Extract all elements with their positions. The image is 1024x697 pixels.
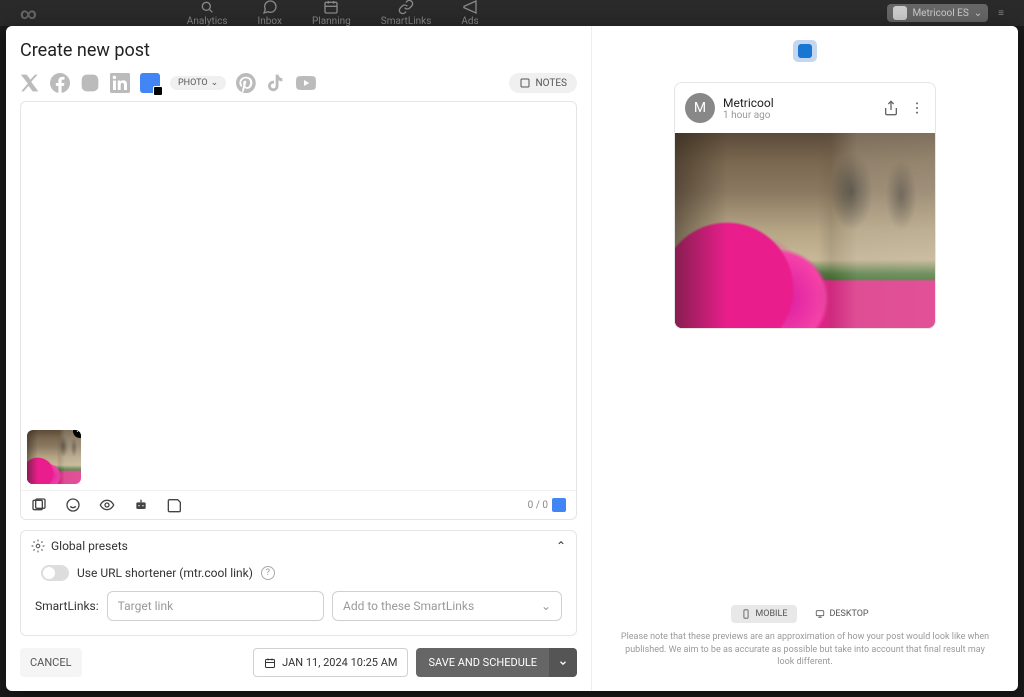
nav-smartlinks[interactable]: SmartLinks xyxy=(381,0,432,27)
x-twitter-icon[interactable] xyxy=(20,73,40,93)
chevron-up-icon: ⌃ xyxy=(556,539,566,553)
signature-icon[interactable] xyxy=(99,497,115,513)
help-icon[interactable]: ? xyxy=(261,566,275,580)
composer: ⋯ 0 / 0 xyxy=(20,101,577,520)
avatar: M xyxy=(685,93,715,123)
network-selector: PHOTO⌄ NOTES xyxy=(20,73,577,93)
chevron-down-icon: ⌄ xyxy=(541,599,551,613)
nav-planning[interactable]: Planning xyxy=(312,0,351,27)
preview-name: Metricool xyxy=(723,96,875,110)
nav-inbox[interactable]: Inbox xyxy=(258,0,282,27)
nav-ads[interactable]: Ads xyxy=(461,0,478,27)
brand-selector[interactable]: Metricool ES⌄ xyxy=(887,4,988,22)
gmb-counter-icon xyxy=(552,498,566,512)
pinterest-icon[interactable] xyxy=(236,73,256,93)
instagram-icon[interactable] xyxy=(80,73,100,93)
composer-textarea[interactable]: ⋯ xyxy=(21,102,576,490)
youtube-icon[interactable] xyxy=(296,73,316,93)
preview-network-toggle[interactable] xyxy=(793,40,817,62)
tiktok-icon[interactable] xyxy=(266,73,286,93)
menu-icon[interactable]: ≡ xyxy=(998,8,1004,19)
modal-title: Create new post xyxy=(20,40,577,61)
facebook-icon[interactable] xyxy=(50,73,70,93)
linkedin-icon[interactable] xyxy=(110,73,130,93)
cancel-button[interactable]: CANCEL xyxy=(20,648,82,677)
global-presets-panel: Global presets ⌃ Use URL shortener (mtr.… xyxy=(20,530,577,636)
post-type-selector[interactable]: PHOTO⌄ xyxy=(170,76,226,90)
preview-disclaimer: Please note that these previews are an a… xyxy=(606,623,1004,677)
schedule-date-button[interactable]: JAN 11, 2024 10:25 AM xyxy=(253,648,408,677)
google-business-icon[interactable] xyxy=(140,73,160,93)
logo-icon: ∞ xyxy=(20,4,37,23)
post-preview-card: M Metricool 1 hour ago xyxy=(674,82,936,329)
mobile-icon xyxy=(741,609,751,619)
top-nav: ∞ Analytics Inbox Planning SmartLinks Ad… xyxy=(0,0,1024,26)
media-thumbnail[interactable]: ⋯ xyxy=(27,430,81,484)
save-schedule-button[interactable]: SAVE AND SCHEDULE xyxy=(416,648,549,677)
desktop-preview-button[interactable]: DESKTOP xyxy=(805,605,878,623)
presets-toggle[interactable]: Global presets ⌃ xyxy=(21,531,576,561)
ai-icon[interactable] xyxy=(133,497,149,513)
target-link-input[interactable] xyxy=(107,591,324,621)
char-counter: 0 / 0 xyxy=(528,498,566,512)
chevron-down-icon xyxy=(558,658,568,668)
save-options-button[interactable] xyxy=(549,648,577,677)
smartlinks-select[interactable]: Add to these SmartLinks ⌄ xyxy=(332,591,562,621)
preview-image xyxy=(675,133,935,328)
preview-time: 1 hour ago xyxy=(723,110,875,121)
more-icon[interactable] xyxy=(909,100,925,116)
share-icon[interactable] xyxy=(883,100,899,116)
smartlinks-label: SmartLinks: xyxy=(35,599,99,613)
mobile-preview-button[interactable]: MOBILE xyxy=(731,605,797,623)
shortener-label: Use URL shortener (mtr.cool link) xyxy=(77,566,253,580)
create-post-modal: Create new post PHOTO⌄ NOTES ⋯ xyxy=(6,26,1018,691)
add-media-icon[interactable] xyxy=(31,497,47,513)
url-shortener-toggle[interactable] xyxy=(41,565,69,581)
emoji-icon[interactable] xyxy=(65,497,81,513)
desktop-icon xyxy=(815,609,825,619)
notes-button[interactable]: NOTES xyxy=(509,73,577,93)
template-icon[interactable] xyxy=(167,497,183,513)
gear-icon xyxy=(31,539,45,553)
nav-analytics[interactable]: Analytics xyxy=(187,0,228,27)
calendar-icon xyxy=(264,657,276,669)
